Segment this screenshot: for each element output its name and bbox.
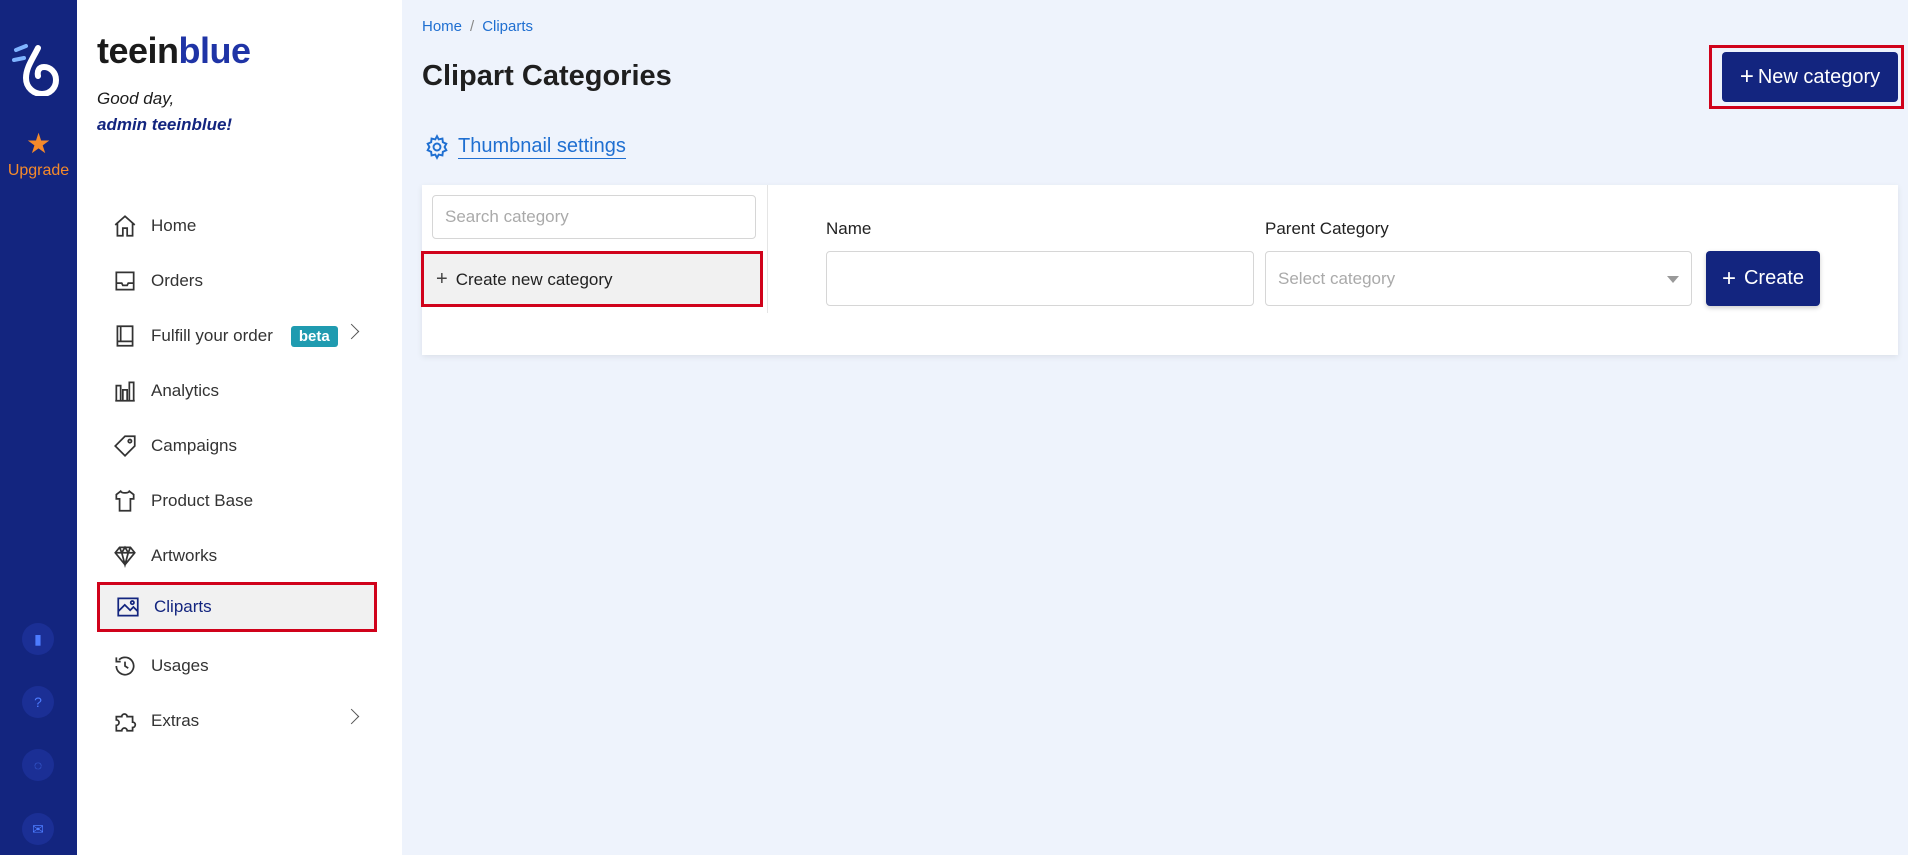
chat-icon[interactable]: ◌ [22, 749, 54, 781]
tag-icon [111, 432, 139, 460]
page-title: Clipart Categories [422, 60, 672, 92]
breadcrumb-current[interactable]: Cliparts [482, 18, 533, 35]
breadcrumb-home[interactable]: Home [422, 18, 462, 35]
greeting-line1: Good day, [97, 89, 175, 108]
category-list: + Create new category [421, 185, 768, 313]
sidebar-item-label: Artworks [151, 546, 218, 565]
greeting: Good day, admin teeinblue! [97, 86, 232, 138]
brand-part2: blue [178, 30, 252, 71]
sidebar-item-orders[interactable]: Orders [97, 256, 377, 306]
beta-badge: beta [290, 325, 338, 347]
bar-chart-icon [111, 377, 139, 405]
sidebar-item-label: Extras [151, 711, 200, 730]
create-new-category-item[interactable]: + Create new category [421, 251, 763, 307]
parent-category-label: Parent Category [1265, 219, 1389, 238]
plus-icon: + [1721, 264, 1736, 292]
name-input[interactable] [826, 251, 1254, 306]
sidebar-item-extras[interactable]: Extras [97, 696, 377, 746]
sidebar-item-cliparts[interactable]: Cliparts [97, 582, 377, 632]
parent-category-placeholder: Select category [1278, 268, 1396, 288]
history-icon [111, 652, 139, 680]
sidebar: teeinblue Good day, admin teeinblue! Hom… [77, 0, 402, 855]
star-icon: ★ [25, 128, 52, 159]
book-icon[interactable]: ▮ [22, 623, 54, 655]
plus-icon: + [436, 268, 448, 290]
greeting-user: admin teeinblue! [97, 115, 233, 134]
caret-down-icon [1667, 276, 1679, 283]
gear-icon [426, 134, 448, 160]
book-icon [111, 322, 139, 350]
sidebar-item-product-base[interactable]: Product Base [97, 476, 377, 526]
app-rail: ★ Upgrade ▮ ? ◌ ✉ [0, 0, 77, 855]
sidebar-item-label: Fulfill your order [151, 326, 273, 345]
sidebar-item-label: Orders [151, 271, 203, 290]
thumbnail-settings-link[interactable]: Thumbnail settings [424, 134, 626, 160]
diamond-icon [111, 542, 139, 570]
sidebar-item-usages[interactable]: Usages [97, 641, 377, 691]
question-icon[interactable]: ? [22, 686, 54, 718]
name-label: Name [826, 219, 872, 238]
new-category-button[interactable]: + New category [1722, 52, 1898, 102]
new-category-label: New category [1757, 65, 1881, 88]
sidebar-item-campaigns[interactable]: Campaigns [97, 421, 377, 471]
chevron-right-icon [343, 708, 360, 725]
image-icon [114, 593, 142, 621]
create-button-label: Create [1743, 267, 1805, 289]
sidebar-item-label: Analytics [151, 381, 220, 400]
brand-logo[interactable]: teeinblue [97, 30, 251, 72]
breadcrumb: Home / Cliparts [422, 18, 533, 35]
sidebar-item-fulfill[interactable]: Fulfill your order beta [97, 311, 377, 361]
create-new-category-label: Create new category [455, 269, 613, 289]
sidebar-item-analytics[interactable]: Analytics [97, 366, 377, 416]
chevron-right-icon [343, 323, 360, 340]
app-logo-icon[interactable] [12, 34, 64, 98]
home-icon [111, 212, 139, 240]
sidebar-item-label: Product Base [151, 491, 254, 510]
create-button[interactable]: + Create [1706, 251, 1820, 306]
category-panel: + Create new category Name Parent Catego… [421, 185, 1898, 355]
parent-category-select[interactable]: Select category [1265, 251, 1692, 306]
breadcrumb-separator: / [470, 18, 475, 35]
mail-icon[interactable]: ✉ [22, 813, 54, 845]
thumbnail-settings-label: Thumbnail settings [458, 135, 626, 159]
sidebar-item-home[interactable]: Home [97, 201, 377, 251]
plus-icon: + [1739, 63, 1754, 90]
brand-part1: teein [97, 30, 179, 71]
shirt-icon [111, 487, 139, 515]
puzzle-icon [111, 707, 139, 735]
sidebar-item-label: Cliparts [154, 597, 212, 616]
sidebar-item-artworks[interactable]: Artworks [97, 531, 377, 581]
sidebar-item-label: Home [151, 216, 197, 235]
upgrade-label: Upgrade [7, 162, 70, 179]
sidebar-item-label: Campaigns [151, 436, 237, 455]
inbox-icon [111, 267, 139, 295]
upgrade-button[interactable]: ★ Upgrade [0, 130, 77, 180]
sidebar-item-label: Usages [151, 656, 209, 675]
search-category-input[interactable] [432, 195, 756, 239]
